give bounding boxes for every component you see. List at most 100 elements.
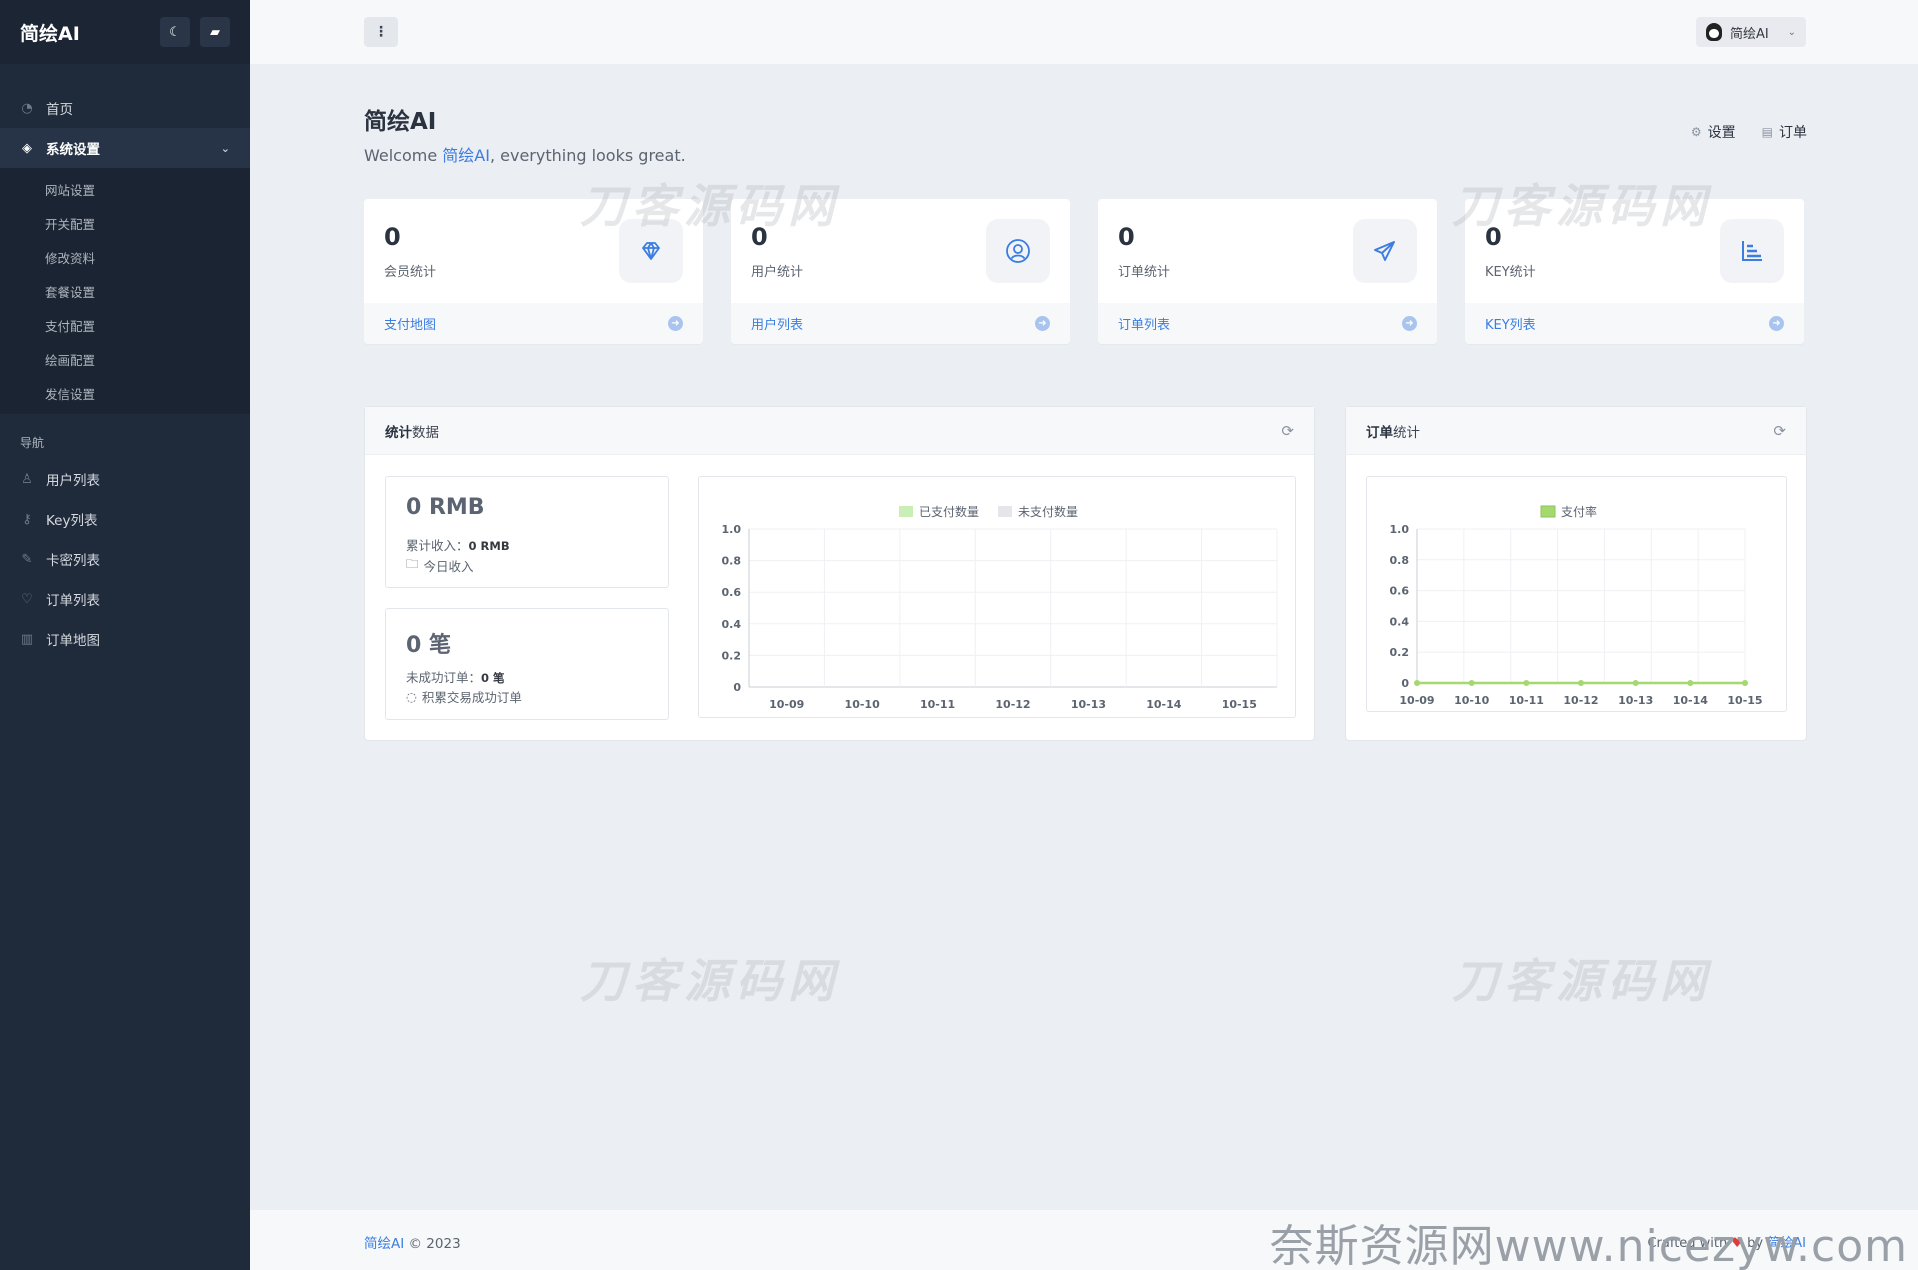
paint-brush-icon: ▰ — [210, 24, 220, 40]
x-tick-label: 10-15 — [1222, 698, 1257, 711]
stat-link-label: 用户列表 — [751, 318, 804, 333]
orders-summary: 0 笔 未成功订单：0 笔 ◌ 积累交易成功订单 — [385, 608, 669, 720]
page-footer: 简绘AI © 2023 Crafted with ♥ by 简绘AI 奈斯资源网… — [250, 1210, 1918, 1270]
sidebar-item-home[interactable]: ◔ 首页 — [0, 88, 250, 128]
payment-count-chart-svg: 已支付数量 未支付数量 0 0.2 0.4 0.6 0.8 1.0 10-09 10-10 10-1… — [722, 504, 1278, 711]
y-tick-label: 1.0 — [1390, 523, 1410, 536]
sidebar-menu: ◔ 首页 ◈ 系统设置 ⌄ 网站设置 开关配置 修改资料 套餐设置 支付配置 绘… — [0, 64, 250, 659]
footer-brand-link[interactable]: 简绘AI — [364, 1236, 404, 1252]
pen-icon: ✎ — [21, 551, 33, 567]
sidebar-subitem-switch-config[interactable]: 开关配置 — [0, 206, 250, 240]
user-circle-icon — [986, 219, 1050, 283]
welcome-suffix: , everything looks great. — [489, 146, 686, 165]
paper-plane-icon — [1353, 219, 1417, 283]
sidebar-item-label: 卡密列表 — [46, 553, 100, 569]
sidebar-item-system-settings[interactable]: ◈ 系统设置 ⌄ — [0, 128, 250, 168]
y-tick-label: 0.8 — [1390, 554, 1410, 567]
bar-chart-icon — [1720, 219, 1784, 283]
key-icon: ⚷ — [22, 511, 32, 527]
footer-copy: © 2023 — [404, 1236, 461, 1252]
data-point — [1687, 680, 1694, 686]
user-dropdown[interactable]: 简绘AI ⌄ — [1696, 17, 1806, 47]
x-tick-label: 10-14 — [1146, 698, 1182, 711]
arrow-right-circle-icon: ➜ — [668, 316, 683, 331]
data-point — [1742, 680, 1748, 686]
sidebar-item-label: 首页 — [46, 102, 73, 118]
panel-title-rest: 数据 — [412, 424, 439, 441]
income-cumulative: 累计收入：0 RMB — [406, 535, 510, 554]
stat-card-members: 0 会员统计 支付地图 ➜ — [364, 199, 703, 344]
panel-header: 统计 数据 ⟳ — [365, 407, 1314, 455]
sidebar-item-order-list[interactable]: ♡ 订单列表 — [0, 579, 250, 619]
arrow-right-circle-icon: ➜ — [1035, 316, 1050, 331]
panel-title-bold: 订单 — [1366, 424, 1393, 441]
quick-link-label: 订单 — [1779, 125, 1807, 141]
stat-value: 0 — [1118, 223, 1135, 251]
sidebar-subitem-mail-settings[interactable]: 发信设置 — [0, 376, 250, 410]
stat-footer-link[interactable]: KEY列表 ➜ — [1465, 303, 1804, 344]
x-tick-label: 10-11 — [1509, 694, 1544, 707]
data-point — [1414, 680, 1420, 686]
x-tick-label: 10-15 — [1727, 694, 1762, 707]
quick-links: ⚙ 设置 ▤ 订单 — [1691, 122, 1807, 142]
refresh-icon[interactable]: ⟳ — [1773, 422, 1786, 440]
y-tick-label: 0.4 — [1390, 615, 1410, 628]
welcome-prefix: Welcome — [364, 146, 443, 165]
map-icon: ▥ — [20, 631, 34, 647]
sidebar-item-user-list[interactable]: ♙ 用户列表 — [0, 459, 250, 499]
gauge-icon: ◌ — [406, 689, 417, 704]
panel-header: 订单 统计 ⟳ — [1346, 407, 1806, 455]
top-header: ⋮ 简绘AI ⌄ — [250, 0, 1918, 64]
payment-rate-chart-svg: 支付率 0 0.2 0.4 0.6 0.8 1.0 10-09 10-10 10-11 10-12 1… — [1390, 504, 1763, 707]
y-tick-label: 0.2 — [722, 649, 742, 662]
theme-button[interactable]: ▰ — [200, 17, 230, 47]
y-tick-label: 0.8 — [722, 555, 742, 568]
dashboard-icon: ◔ — [21, 100, 33, 116]
stat-footer-link[interactable]: 订单列表 ➜ — [1098, 303, 1437, 344]
sidebar-subitem-payment-config[interactable]: 支付配置 — [0, 308, 250, 342]
stat-footer-link[interactable]: 支付地图 ➜ — [364, 303, 703, 344]
panel-title-bold: 统计 — [385, 424, 412, 441]
sidebar-item-key-list[interactable]: ⚷ Key列表 — [0, 499, 250, 539]
dark-mode-toggle[interactable]: ☾ — [160, 17, 190, 47]
chart-icon: ▤ — [1761, 125, 1773, 139]
stat-footer-link[interactable]: 用户列表 ➜ — [731, 303, 1070, 344]
orders-unpaid-label: 未成功订单： — [406, 670, 482, 685]
diamond-icon — [619, 219, 683, 283]
y-tick-label: 0 — [1401, 677, 1409, 690]
stat-value: 0 — [1485, 223, 1502, 251]
arrow-right-circle-icon: ➜ — [1402, 316, 1417, 331]
sidebar: 简绘AI ☾ ▰ ◔ 首页 ◈ 系统设置 ⌄ 网站设置 开关配置 修改资料 套餐… — [0, 0, 250, 1270]
sidebar-submenu: 网站设置 开关配置 修改资料 套餐设置 支付配置 绘画配置 发信设置 — [0, 168, 250, 414]
sidebar-subitem-package-settings[interactable]: 套餐设置 — [0, 274, 250, 308]
sidebar-heading-nav: 导航 — [20, 436, 45, 450]
x-tick-label: 10-11 — [920, 698, 955, 711]
sidebar-item-card-list[interactable]: ✎ 卡密列表 — [0, 539, 250, 579]
welcome-name[interactable]: 简绘AI — [442, 146, 490, 165]
refresh-icon[interactable]: ⟳ — [1281, 422, 1294, 440]
orders-unpaid-value: 0 笔 — [481, 671, 505, 685]
quick-link-settings[interactable]: ⚙ 设置 — [1691, 122, 1736, 142]
x-tick-label: 10-14 — [1673, 694, 1709, 707]
y-tick-label: 0.2 — [1390, 646, 1410, 659]
chevron-down-icon: ⌄ — [220, 141, 230, 155]
gears-icon: ⚙ — [1690, 125, 1702, 139]
quick-link-orders[interactable]: ▤ 订单 — [1762, 122, 1807, 142]
arrow-right-circle-icon: ➜ — [1769, 316, 1784, 331]
stat-label: KEY统计 — [1485, 265, 1536, 280]
brand-logo[interactable]: 简绘AI — [20, 19, 150, 46]
moon-icon: ☾ — [169, 24, 181, 40]
y-tick-label: 0.4 — [722, 618, 742, 631]
statistics-panel: 统计 数据 ⟳ 0 RMB 累计收入：0 RMB 🗀 今日收入 0 笔 未成功订单：… — [364, 406, 1315, 741]
income-summary: 0 RMB 累计收入：0 RMB 🗀 今日收入 — [385, 476, 669, 588]
qq-penguin-icon — [1706, 23, 1722, 41]
sidebar-subitem-drawing-config[interactable]: 绘画配置 — [0, 342, 250, 376]
legend-swatch — [998, 506, 1012, 517]
x-tick-label: 10-12 — [1563, 694, 1598, 707]
legend-label: 未支付数量 — [1018, 504, 1078, 519]
sidebar-subitem-site-settings[interactable]: 网站设置 — [0, 172, 250, 206]
sidebar-item-order-map[interactable]: ▥ 订单地图 — [0, 619, 250, 659]
stat-link-label: 订单列表 — [1118, 318, 1171, 333]
header-menu-button[interactable]: ⋮ — [364, 17, 398, 47]
sidebar-subitem-edit-profile[interactable]: 修改资料 — [0, 240, 250, 274]
